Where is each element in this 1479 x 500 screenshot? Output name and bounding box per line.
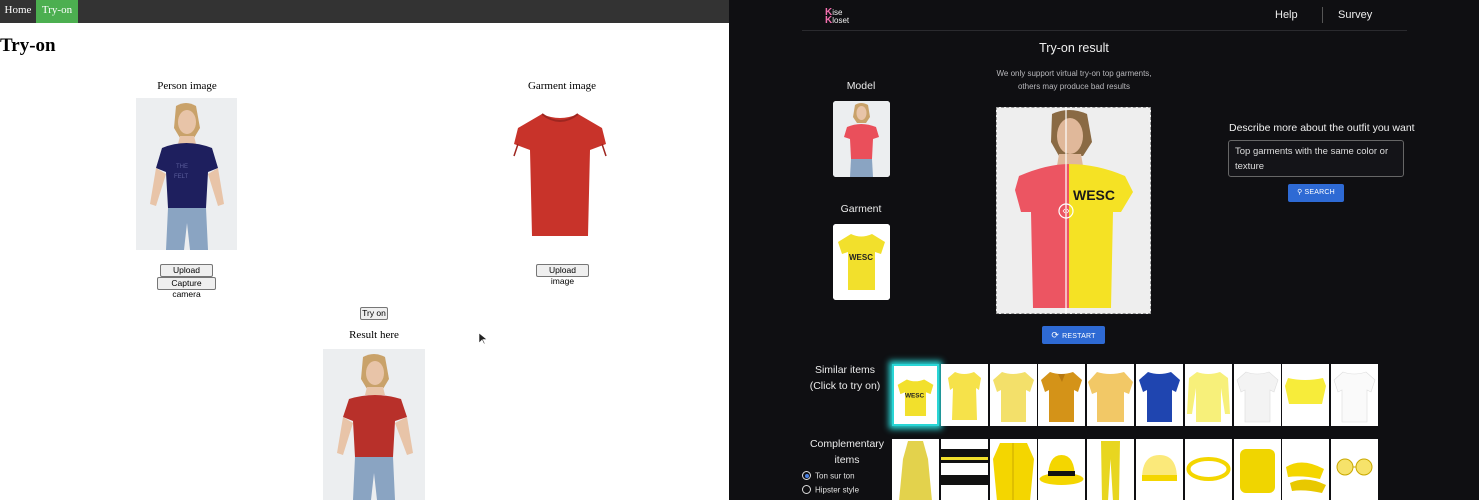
similar-item[interactable] bbox=[1234, 364, 1281, 426]
restart-button[interactable]: ⟳ RESTART bbox=[1042, 326, 1105, 344]
complementary-item[interactable] bbox=[1234, 439, 1281, 500]
top-nav: Home Try-on bbox=[0, 0, 729, 23]
tryon-result-image[interactable]: WESC bbox=[996, 107, 1151, 314]
complementary-item[interactable] bbox=[1185, 439, 1232, 500]
survey-link[interactable]: Survey bbox=[1338, 9, 1372, 21]
similar-item[interactable] bbox=[1136, 364, 1183, 426]
result-caption: Result here bbox=[349, 329, 399, 341]
capture-camera-button[interactable]: Capture camera bbox=[157, 277, 216, 299]
similar-item[interactable] bbox=[1331, 364, 1378, 426]
svg-text:WESC: WESC bbox=[905, 393, 925, 400]
svg-text:THE: THE bbox=[176, 164, 188, 170]
similar-items-label: Similar items (Click to try on) bbox=[809, 364, 881, 392]
nav-home-link[interactable]: Home bbox=[0, 0, 36, 23]
garment-thumbnail[interactable]: WESC bbox=[833, 224, 890, 300]
model-label: Model bbox=[846, 80, 876, 92]
similar-item[interactable] bbox=[1038, 364, 1085, 426]
upload-person-button[interactable]: Upload image bbox=[160, 264, 213, 286]
describe-label: Describe more about the outfit you want bbox=[1229, 122, 1415, 134]
svg-text:WESC: WESC bbox=[1073, 187, 1115, 203]
help-link[interactable]: Help bbox=[1275, 9, 1298, 21]
similar-item[interactable]: WESC bbox=[892, 364, 939, 426]
garment-label: Garment bbox=[840, 203, 882, 215]
support-note: We only support virtual try-on top garme… bbox=[996, 69, 1152, 91]
kisekloset-tryon-app: Kise Kloset Help Survey Try-on result We… bbox=[729, 0, 1479, 500]
complementary-item[interactable] bbox=[990, 439, 1037, 500]
similar-item[interactable] bbox=[1282, 364, 1329, 426]
complementary-item[interactable] bbox=[1038, 439, 1085, 500]
radio-selected-icon bbox=[802, 471, 811, 481]
refresh-icon: ⟳ bbox=[1051, 330, 1060, 340]
complementary-item[interactable] bbox=[892, 439, 939, 500]
legacy-tryon-app: Home Try-on Try-on Person image Garment … bbox=[0, 0, 729, 500]
radio-hipster-style[interactable]: Hipster style bbox=[802, 485, 859, 495]
page-title: Try-on bbox=[0, 35, 56, 56]
similar-item[interactable] bbox=[990, 364, 1037, 426]
nav-tryon-link[interactable]: Try-on bbox=[36, 0, 78, 23]
kisekloset-logo[interactable]: Kise Kloset bbox=[823, 7, 863, 27]
radio-unselected-icon bbox=[802, 485, 811, 495]
garment-image-caption: Garment image bbox=[527, 80, 597, 92]
complementary-item[interactable] bbox=[1087, 439, 1134, 500]
header-divider bbox=[802, 30, 1407, 31]
radio-ton-sur-ton[interactable]: Ton sur ton bbox=[802, 471, 855, 481]
complementary-item[interactable] bbox=[1136, 439, 1183, 500]
complementary-item[interactable] bbox=[941, 439, 988, 500]
complementary-item[interactable] bbox=[1331, 439, 1378, 500]
person-image-caption: Person image bbox=[157, 80, 217, 92]
describe-textarea[interactable]: Top garments with the same color or text… bbox=[1228, 140, 1404, 177]
model-thumbnail[interactable] bbox=[833, 101, 890, 177]
complementary-item[interactable] bbox=[1282, 439, 1329, 500]
svg-text:FELT: FELT bbox=[174, 174, 189, 180]
similar-item[interactable] bbox=[1087, 364, 1134, 426]
person-image: THE FELT bbox=[136, 98, 237, 250]
search-icon: ⚲ bbox=[1297, 189, 1303, 196]
tryon-button[interactable]: Try on bbox=[360, 307, 388, 320]
mouse-cursor-icon bbox=[479, 333, 487, 345]
upload-garment-button[interactable]: Upload image bbox=[536, 264, 589, 286]
tryon-result-title: Try-on result bbox=[1039, 41, 1109, 55]
search-button[interactable]: ⚲ SEARCH bbox=[1288, 184, 1344, 202]
svg-text:WESC: WESC bbox=[849, 253, 873, 262]
nav-divider bbox=[1322, 7, 1323, 23]
garment-image bbox=[510, 110, 610, 240]
similar-item[interactable] bbox=[941, 364, 988, 426]
similar-item[interactable] bbox=[1185, 364, 1232, 426]
complementary-items-label: Complementary items bbox=[809, 438, 885, 466]
result-image bbox=[323, 349, 425, 500]
